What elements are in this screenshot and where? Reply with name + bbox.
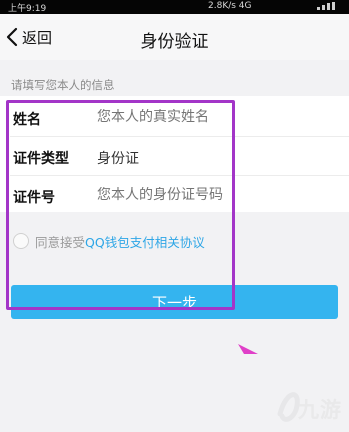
watermark-text: 九游 xyxy=(298,398,342,422)
status-bar: 上午9:19 2.8K/s 4G xyxy=(0,0,349,14)
form-row-id-type[interactable]: 证件类型 身份证 xyxy=(0,137,349,175)
page-title: 身份验证 xyxy=(140,32,209,52)
status-network: 2.8K/s 4G xyxy=(208,1,252,11)
status-time: 上午9:19 xyxy=(8,4,47,14)
form-row-id-number: 证件号 xyxy=(0,176,349,214)
agreement-row: 同意接受 QQ钱包支付相关协议 xyxy=(13,230,205,252)
name-input[interactable] xyxy=(97,109,337,125)
agreement-prefix: 同意接受 xyxy=(35,234,86,250)
agreement-checkbox[interactable] xyxy=(13,233,29,249)
name-label: 姓名 xyxy=(13,112,41,128)
identity-form: 姓名 证件类型 身份证 证件号 xyxy=(0,96,349,212)
id-number-label: 证件号 xyxy=(13,190,55,206)
annotation-arrow-icon xyxy=(238,344,258,354)
id-number-input[interactable] xyxy=(97,187,337,203)
agreement-link[interactable]: QQ钱包支付相关协议 xyxy=(85,232,205,251)
next-button[interactable]: 下一步 xyxy=(11,285,338,319)
id-type-value[interactable]: 身份证 xyxy=(97,148,337,168)
signal-icon xyxy=(317,2,341,10)
section-hint: 请填写您本人的信息 xyxy=(11,78,115,92)
form-row-name: 姓名 xyxy=(0,98,349,136)
id-type-label: 证件类型 xyxy=(13,151,69,167)
nav-bar: 返回 身份验证 xyxy=(0,14,349,60)
